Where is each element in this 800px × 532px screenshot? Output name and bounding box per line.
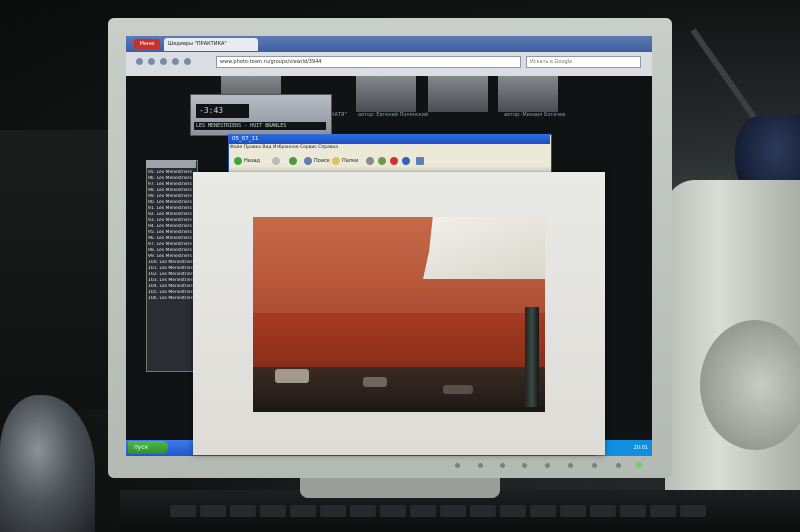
keyboard-key <box>350 505 376 517</box>
address-bar[interactable]: www.photo-town.ru/groups/view/id/3944 <box>216 56 521 68</box>
playlist-item[interactable]: 106. Les Menestriers <box>148 296 196 302</box>
keyboard-key <box>620 505 646 517</box>
keyboard-key <box>680 505 706 517</box>
drain-pipe <box>525 307 539 407</box>
monitor-button[interactable] <box>568 463 573 468</box>
keyboard-key <box>260 505 286 517</box>
explorer-menu[interactable]: Файл Правка Вид Избранное Сервис Справка <box>230 145 338 150</box>
home-icon[interactable] <box>172 58 179 65</box>
photo-caption[interactable]: КАТЯ" <box>331 112 347 118</box>
playlist-titlebar[interactable] <box>146 160 196 168</box>
author-link[interactable]: автор: Евгений Полянский <box>358 112 428 118</box>
folder-icon[interactable] <box>332 157 340 165</box>
folders-button[interactable]: Папки <box>342 156 358 166</box>
keyboard-key <box>560 505 586 517</box>
undo-icon[interactable] <box>402 157 410 165</box>
opera-menu-button[interactable]: Меню <box>134 39 160 49</box>
keyboard-key <box>650 505 676 517</box>
forward-icon[interactable] <box>148 58 155 65</box>
power-led <box>636 462 642 468</box>
back-button[interactable]: Назад <box>244 156 260 166</box>
printer-paper-tray <box>700 320 800 450</box>
browser-tab[interactable]: Шедевры "ПРАКТИКА" <box>164 38 258 51</box>
up-folder-icon[interactable] <box>289 157 297 165</box>
keyboard-key <box>290 505 316 517</box>
keyboard-key <box>530 505 556 517</box>
back-arrow-icon[interactable] <box>234 157 242 165</box>
reload-icon[interactable] <box>160 58 167 65</box>
printed-photo <box>253 217 545 412</box>
forward-arrow-icon[interactable] <box>272 157 280 165</box>
monitor-button[interactable] <box>478 463 483 468</box>
keyboard-key <box>380 505 406 517</box>
start-button[interactable]: пуск <box>128 441 168 454</box>
keyboard-key <box>170 505 196 517</box>
white-plaster <box>423 217 545 279</box>
winamp-track-title: LES MENESTRIERS - HUIT BRANLES <box>194 122 326 130</box>
monitor-button[interactable] <box>455 463 460 468</box>
views-icon[interactable] <box>416 157 424 165</box>
monitor-button[interactable] <box>522 463 527 468</box>
monitor-button[interactable] <box>616 463 621 468</box>
keyboard-key <box>320 505 346 517</box>
gallery-thumbnail[interactable] <box>356 72 416 112</box>
search-button[interactable]: Поиск <box>314 156 330 166</box>
move-icon[interactable] <box>366 157 374 165</box>
left-shelf <box>0 130 120 410</box>
gallery-thumbnail[interactable] <box>428 72 488 112</box>
stone <box>275 369 309 383</box>
monitor-stand <box>300 478 500 498</box>
turbo-icon[interactable] <box>184 58 191 65</box>
keyboard-key <box>200 505 226 517</box>
stone <box>443 385 473 394</box>
winamp-time: -3:43 <box>196 104 249 118</box>
back-icon[interactable] <box>136 58 143 65</box>
gallery-thumbnail[interactable] <box>498 72 558 112</box>
author-link[interactable]: автор: Михаил Богачев <box>504 112 565 118</box>
delete-icon[interactable] <box>390 157 398 165</box>
keyboard-key <box>230 505 256 517</box>
keyboard-key <box>500 505 526 517</box>
monitor-button[interactable] <box>500 463 505 468</box>
keyboard-key <box>470 505 496 517</box>
keyboard-key <box>440 505 466 517</box>
explorer-title[interactable]: 05_07_11 <box>228 134 550 144</box>
keyboard-key <box>410 505 436 517</box>
search-icon[interactable] <box>304 157 312 165</box>
search-input[interactable]: Искать в Google <box>526 56 641 68</box>
monitor-button[interactable] <box>545 463 550 468</box>
monitor-button[interactable] <box>592 463 597 468</box>
stone <box>363 377 387 387</box>
copy-icon[interactable] <box>378 157 386 165</box>
keyboard-key <box>590 505 616 517</box>
